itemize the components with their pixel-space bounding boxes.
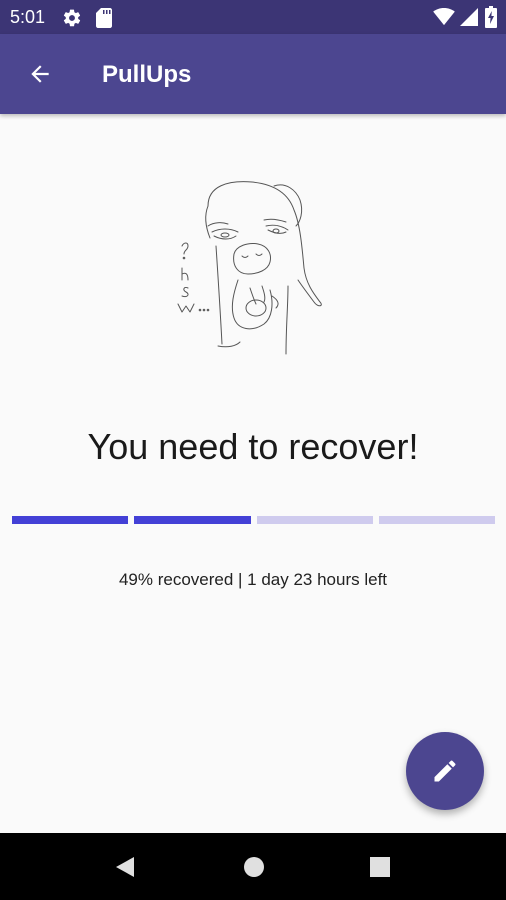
recovery-progress bbox=[12, 516, 495, 524]
app-title: PullUps bbox=[102, 61, 192, 88]
signal-icon bbox=[460, 8, 478, 26]
progress-segment bbox=[134, 516, 251, 524]
recovery-status-text: 49% recovered | 1 day 23 hours left bbox=[118, 570, 388, 589]
system-nav-bar bbox=[0, 833, 506, 900]
battery-charging-icon bbox=[485, 6, 497, 28]
edit-fab-button[interactable] bbox=[406, 732, 484, 810]
status-time: 5:01 bbox=[10, 7, 46, 27]
progress-segment bbox=[378, 516, 495, 524]
nav-recents-icon[interactable] bbox=[366, 853, 394, 881]
nav-home-icon[interactable] bbox=[240, 853, 268, 881]
arrow-back-icon bbox=[31, 65, 49, 83]
nav-back-icon[interactable] bbox=[112, 853, 140, 881]
recovery-headline: You need to recover! bbox=[87, 426, 419, 467]
back-button[interactable] bbox=[20, 54, 60, 94]
status-bar: 5:01 bbox=[0, 0, 506, 34]
progress-segment bbox=[12, 516, 129, 524]
edit-pencil-icon bbox=[434, 760, 456, 782]
wifi-icon bbox=[433, 8, 455, 26]
gear-icon bbox=[63, 9, 81, 27]
sd-card-icon bbox=[96, 8, 112, 28]
app-bar: PullUps bbox=[0, 34, 506, 114]
llama-sketch-image bbox=[177, 181, 322, 355]
progress-segment bbox=[256, 516, 373, 524]
